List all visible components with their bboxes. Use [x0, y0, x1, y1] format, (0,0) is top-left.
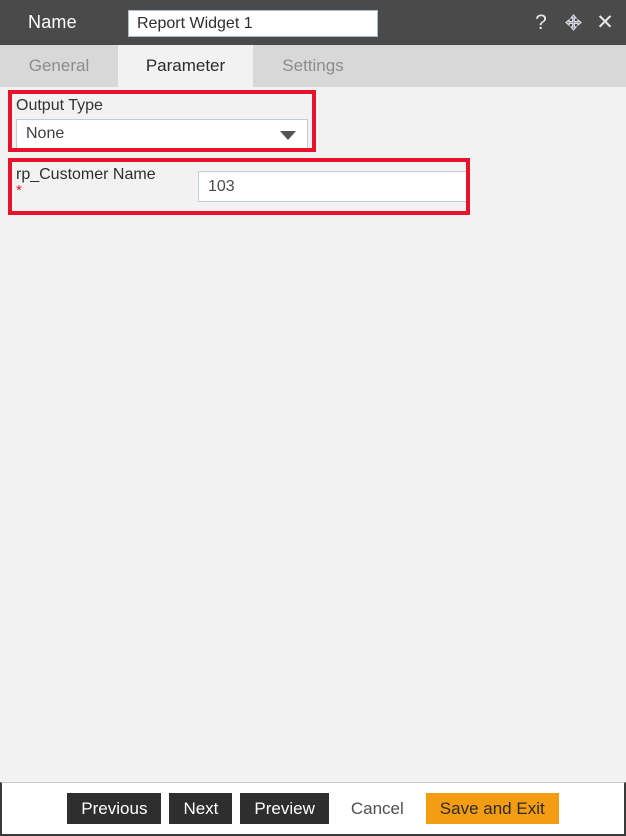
rp-customer-name-label: rp_Customer Name	[16, 166, 156, 183]
parameter-tab-panel: Output Type None rp_Customer Name *	[0, 87, 626, 782]
save-and-exit-button[interactable]: Save and Exit	[425, 793, 559, 824]
tab-settings[interactable]: Settings	[253, 45, 373, 87]
close-x-icon[interactable]: ✕	[594, 11, 616, 35]
tab-general-label: General	[28, 56, 90, 75]
name-label: Name	[28, 12, 77, 32]
dialog-titlebar: Name ? ✕	[0, 0, 626, 45]
tab-parameter[interactable]: Parameter	[118, 45, 253, 87]
rp-customer-name-input[interactable]	[198, 171, 468, 202]
chevron-down-icon[interactable]	[280, 131, 296, 140]
preview-button[interactable]: Preview	[240, 793, 329, 824]
rp-customer-name-label-block: rp_Customer Name *	[16, 165, 191, 199]
move-arrows-icon[interactable]	[562, 11, 584, 35]
rp-customer-name-field: rp_Customer Name *	[16, 165, 468, 211]
widget-name-input[interactable]	[128, 10, 378, 37]
help-icon[interactable]: ?	[530, 11, 552, 35]
tab-general[interactable]: General	[0, 45, 118, 87]
required-asterisk: *	[16, 182, 22, 199]
tab-settings-label: Settings	[282, 56, 344, 75]
output-type-select[interactable]: None	[16, 119, 308, 149]
output-type-selected-value: None	[26, 125, 65, 142]
report-widget-dialog: Name ? ✕ General Parameter Settings	[0, 0, 626, 836]
titlebar-icon-group: ? ✕	[530, 0, 616, 45]
cancel-button[interactable]: Cancel	[336, 793, 418, 824]
tabbar-filler	[373, 45, 626, 87]
dialog-footer: Previous Next Preview Cancel Save and Ex…	[0, 782, 626, 836]
previous-button[interactable]: Previous	[67, 793, 162, 824]
tab-parameter-label: Parameter	[145, 56, 226, 75]
output-type-field: Output Type None	[16, 96, 308, 149]
dialog-tabbar: General Parameter Settings	[0, 45, 626, 87]
next-button[interactable]: Next	[169, 793, 233, 824]
output-type-label: Output Type	[16, 97, 103, 114]
